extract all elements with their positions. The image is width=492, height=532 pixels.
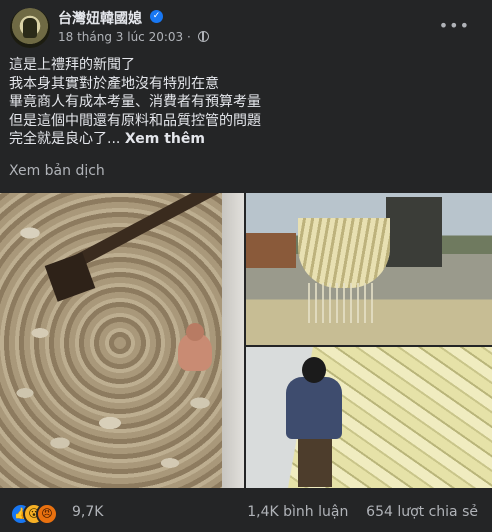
post-meta: 18 tháng 3 lúc 20:03 · [58,30,209,44]
verified-check-icon: ✓ [150,10,163,23]
post-header: 台灣妞韓國媳 ✓ 18 tháng 3 lúc 20:03 · ••• [0,0,492,56]
post-timestamp[interactable]: 18 tháng 3 lúc 20:03 [58,30,183,44]
meta-separator: · [183,30,195,44]
post-line: 但是這個中間還有原料和品質控管的問題 [9,112,261,129]
post-line: 我本身其實對於產地沒有特別在意 [9,75,219,92]
photo-man-on-cabbage[interactable] [246,347,492,488]
photo-excavator-bucket[interactable] [246,193,492,345]
comment-count[interactable]: 1,4K bình luận [247,504,348,520]
post-line: 畢竟商人有成本考量、消費者有預算考量 [9,94,261,110]
post-line: 這是上禮拜的新聞了 [9,57,135,73]
author-avatar[interactable] [10,8,50,48]
post-line: 完全就是良心了... [9,131,121,147]
globe-icon [197,31,209,42]
see-translation-link[interactable]: Xem bản dịch [9,163,105,179]
post-line-last: 完全就是良心了... Xem thêm [9,130,261,149]
photo-excavator-cabbage-pit[interactable] [0,193,244,488]
post-body: 這是上禮拜的新聞了 我本身其實對於產地沒有特別在意 畢竟商人有成本考量、消費者有… [9,56,261,149]
reaction-count[interactable]: 9,7K [72,504,103,520]
see-more-link[interactable]: Xem thêm [125,131,205,147]
post-stats: 1,4K bình luận 654 lượt chia sẻ [247,504,478,520]
share-count[interactable]: 654 lượt chia sẻ [366,504,478,520]
photo-grid [0,193,492,488]
angry-icon: 😠 [36,503,58,525]
author-name[interactable]: 台灣妞韓國媳 [58,8,142,28]
more-options-icon[interactable]: ••• [439,18,470,34]
